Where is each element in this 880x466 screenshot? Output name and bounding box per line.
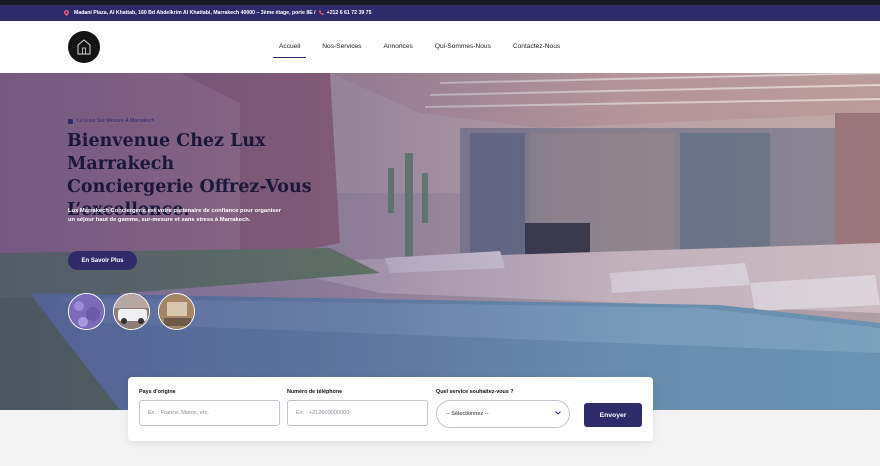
phone-label: Numéro de téléphone bbox=[287, 389, 343, 395]
contact-topbar: Madani Plaza, Al Khattab, 160 Bd Abdelkr… bbox=[0, 5, 880, 21]
hero-title-line2: Conciergerie Offrez-Vous bbox=[67, 177, 312, 197]
thumbnail-flowers[interactable] bbox=[68, 293, 105, 330]
location-pin-icon bbox=[64, 10, 69, 16]
main-nav: Accueil Nos-Services Annonces Qui-Sommes… bbox=[273, 41, 576, 58]
phone-icon bbox=[318, 9, 324, 17]
nav-qui-sommes-nous[interactable]: Qui-Sommes-Nous bbox=[429, 41, 497, 58]
chevron-down-icon bbox=[555, 411, 561, 417]
nav-nos-services[interactable]: Nos-Services bbox=[316, 41, 367, 58]
eyebrow-text: Le Luxe Sur Mesure À Marrakech bbox=[77, 118, 155, 124]
hero-eyebrow: Le Luxe Sur Mesure À Marrakech bbox=[68, 118, 155, 124]
country-field: Pays d'origine Ex. : France, Maroc, etc. bbox=[139, 389, 280, 426]
thumbnail-interior[interactable] bbox=[158, 293, 195, 330]
nav-accueil[interactable]: Accueil bbox=[273, 41, 307, 58]
booking-form: Pays d'origine Ex. : France, Maroc, etc.… bbox=[128, 377, 653, 441]
hero-thumbnails bbox=[68, 293, 198, 331]
house-logo-icon[interactable] bbox=[68, 31, 100, 63]
main-header: Accueil Nos-Services Annonces Qui-Sommes… bbox=[0, 21, 880, 73]
phone-input[interactable]: Ex. : +212600000000 bbox=[287, 400, 428, 426]
submit-button[interactable]: Envoyer bbox=[584, 403, 642, 427]
nav-contactez-nous[interactable]: Contactez-Nous bbox=[507, 41, 566, 58]
thumbnail-car[interactable] bbox=[113, 293, 150, 330]
phone-number[interactable]: +212 6 61 72 39 75 bbox=[327, 10, 372, 16]
phone-field: Numéro de téléphone Ex. : +212600000000 bbox=[287, 389, 428, 426]
hero-title-line1: Bienvenue Chez Lux Marrakech bbox=[67, 131, 266, 174]
hero-description: Lux Marrakech Conciergerie est votre par… bbox=[68, 208, 281, 223]
country-input[interactable]: Ex. : France, Maroc, etc. bbox=[139, 400, 280, 426]
service-selected: -- Sélectionnez -- bbox=[446, 411, 489, 417]
service-label: Quel service souhaitez-vous ? bbox=[436, 389, 514, 395]
address-text: Madani Plaza, Al Khattab, 160 Bd Abdelkr… bbox=[74, 10, 316, 16]
service-field: Quel service souhaitez-vous ? -- Sélecti… bbox=[436, 389, 570, 428]
tag-icon bbox=[68, 118, 73, 124]
service-select[interactable]: -- Sélectionnez -- bbox=[436, 400, 570, 428]
nav-annonces[interactable]: Annonces bbox=[377, 41, 418, 58]
country-label: Pays d'origine bbox=[139, 389, 176, 395]
learn-more-button[interactable]: En Savoir Plus bbox=[68, 251, 137, 270]
